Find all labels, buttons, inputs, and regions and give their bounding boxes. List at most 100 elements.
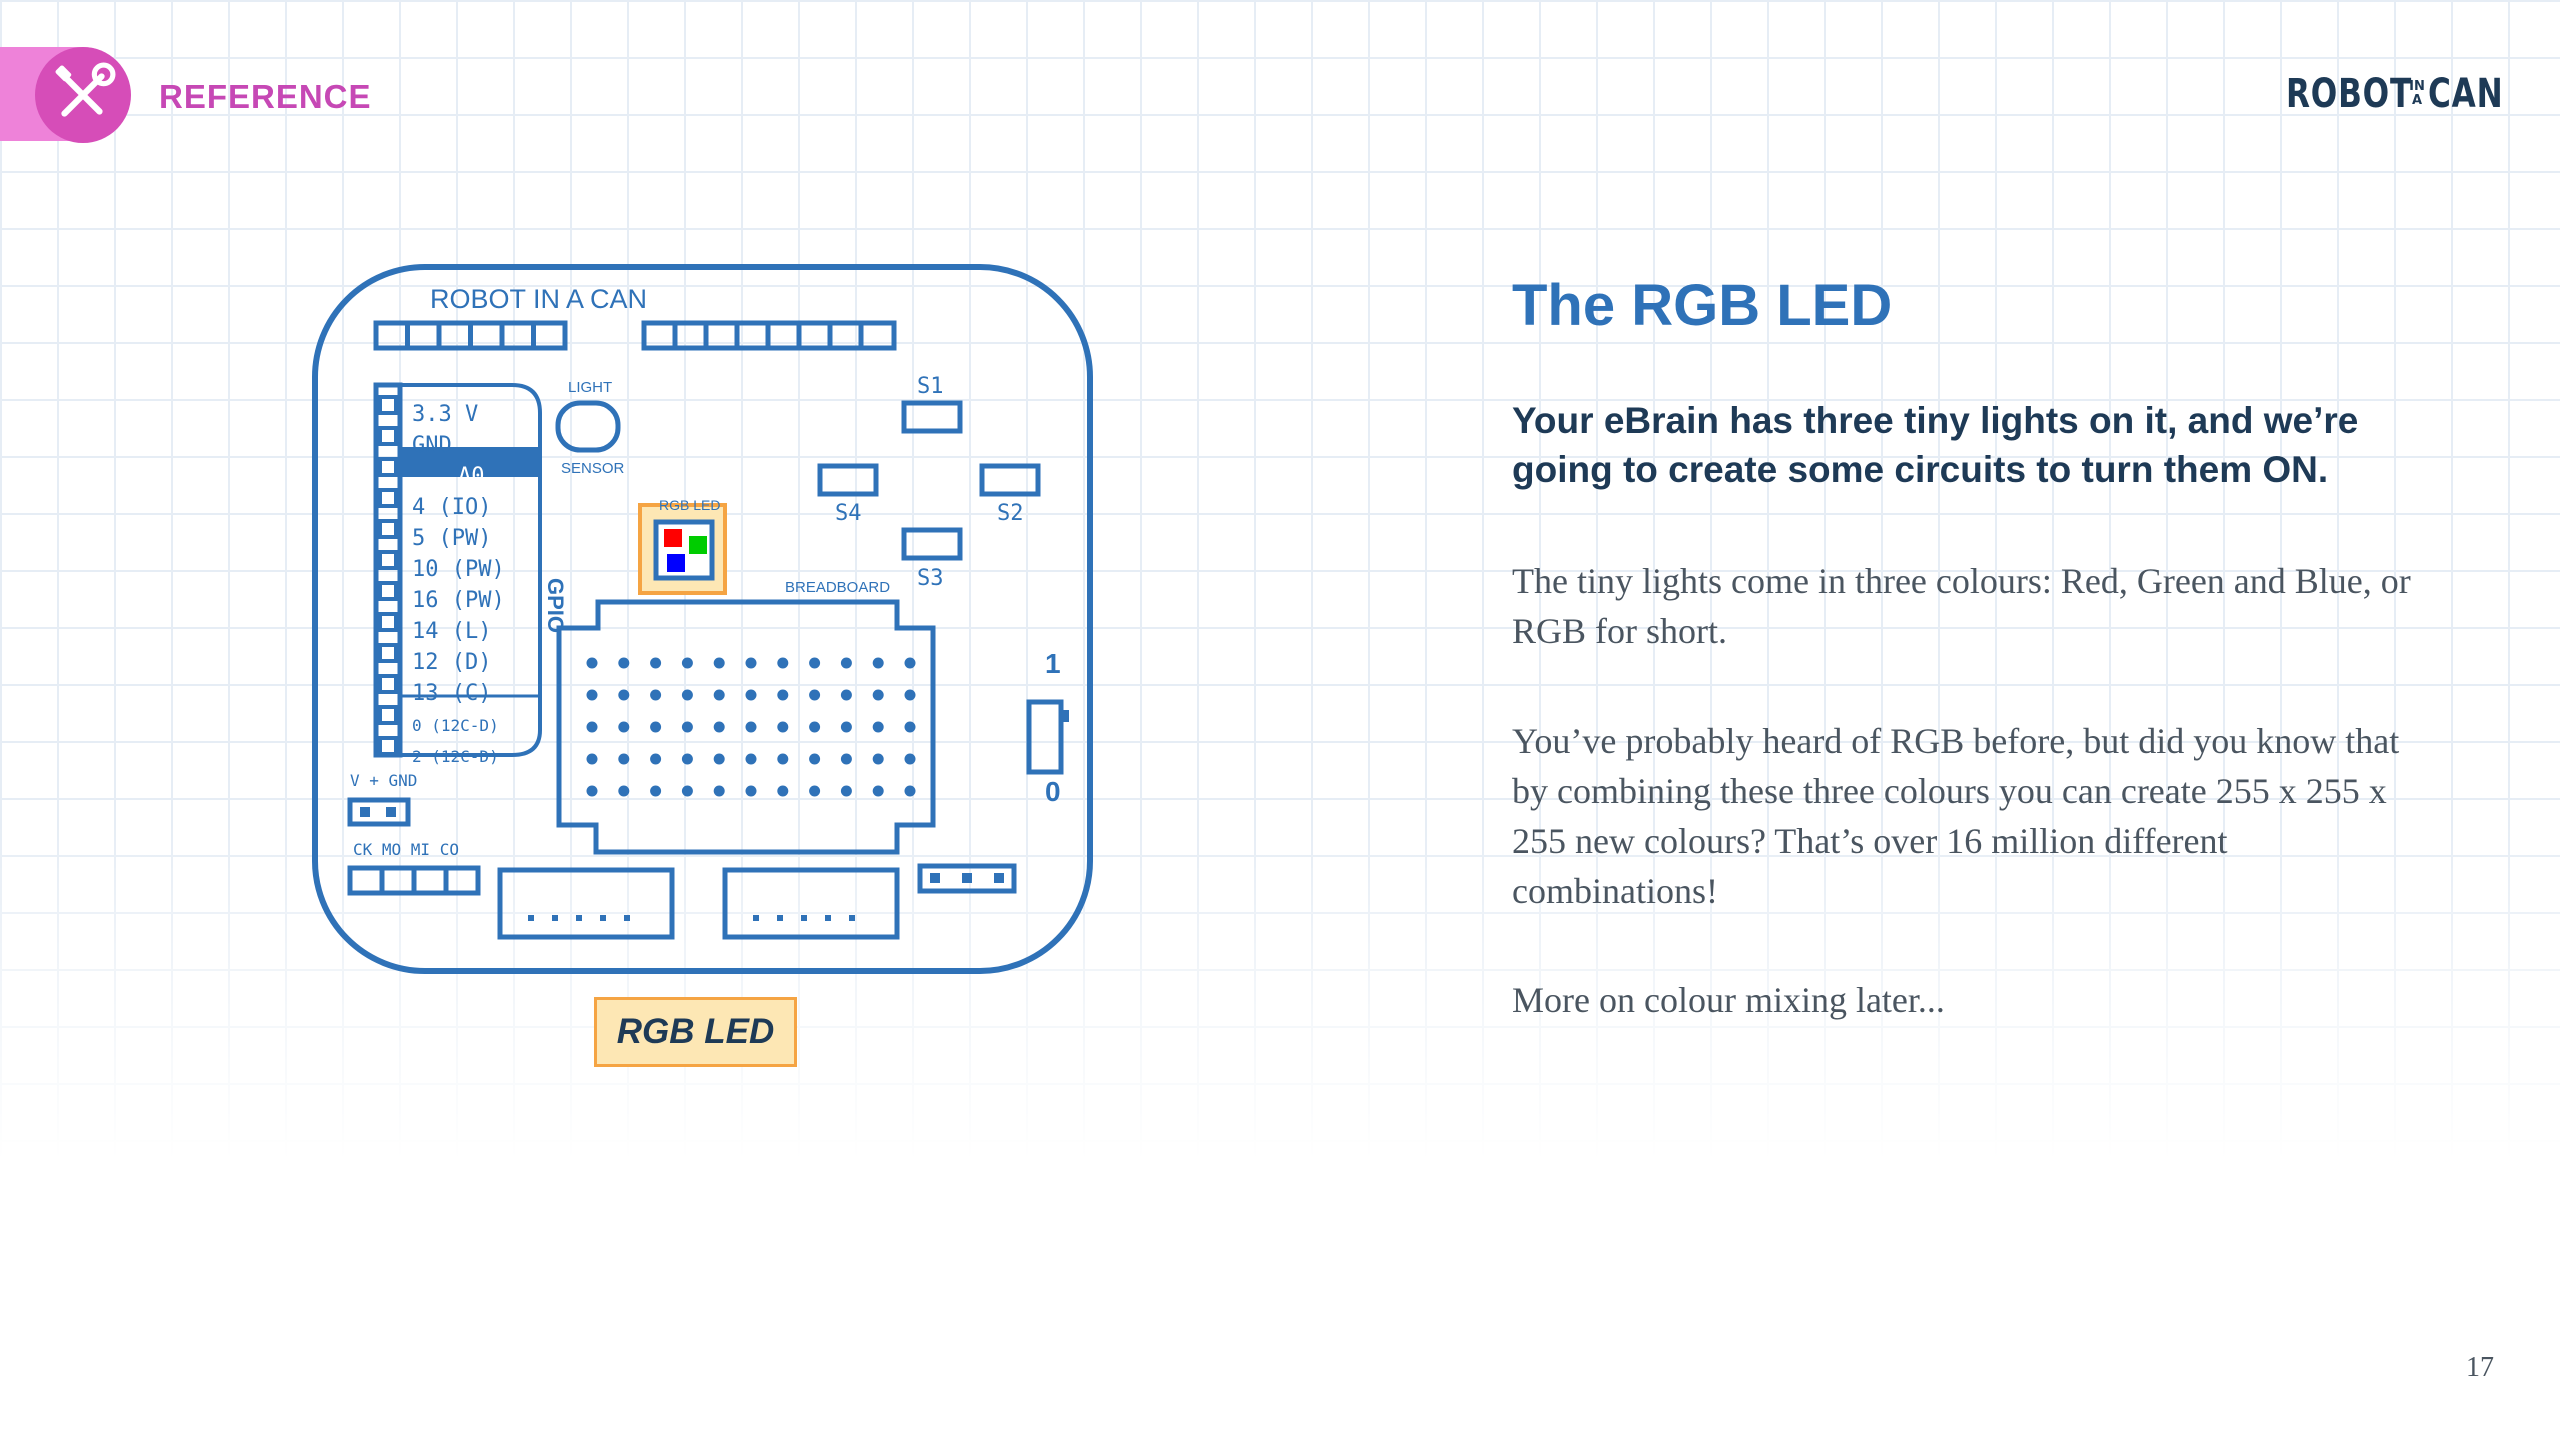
breadboard-hole [809,689,821,701]
breadboard-hole [872,753,884,765]
rgb-led-label: RGB LED [659,497,720,513]
page-title: The RGB LED [1512,273,1893,338]
breadboard-hole [809,785,821,797]
connector-pin [777,915,783,921]
breadboard-hole [586,689,598,701]
breadboard-hole [777,753,789,765]
toggle-on-label: 1 [1045,648,1061,679]
breadboard-hole [777,785,789,797]
breadboard-hole [586,657,598,669]
pin-socket [378,395,398,415]
pin-socket [378,612,398,632]
breadboard-hole [681,721,693,733]
board-title: ROBOT IN A CAN [430,284,647,314]
breadboard-hole [586,721,598,733]
switch-s2: S2 [997,501,1024,526]
pin-label: 3.3 V [412,402,478,427]
bottom-pins-label: CK MO MI CO [353,840,459,859]
pin-socket [378,550,398,570]
connector-right [722,867,900,940]
switch-s1: S1 [917,374,944,399]
light-sensor [555,400,621,453]
breadboard-hole [713,721,725,733]
connector-pin [624,915,630,921]
body-paragraph-2: You’ve probably heard of RGB before, but… [1512,721,2400,911]
pin-label: 10 (PW) [412,557,505,582]
gpio-label: GPIO [543,578,568,633]
breadboard-hole [904,753,916,765]
led-blue [667,554,685,572]
breadboard-hole [618,657,630,669]
pin-label: 12 (D) [412,650,491,675]
pin-label: 0 (12C-D) [412,716,499,735]
pin-label: GND [412,433,452,458]
connector-pin [528,915,534,921]
breadboard-hole [681,753,693,765]
body-paragraph-1: The tiny lights come in three colours: R… [1512,561,2411,651]
breadboard-hole [713,657,725,669]
breadboard-hole [618,721,630,733]
switch-s4: S4 [835,501,862,526]
brand-logo: ROBOT IN A CAN [2286,66,2508,122]
connector-pin [849,915,855,921]
pin-label: 14 (L) [412,619,491,644]
connector-pin [576,915,582,921]
breadboard-hole [904,689,916,701]
switches [817,400,1041,561]
breadboard-hole [777,657,789,669]
connector-left [497,867,675,940]
breadboard-hole [713,753,725,765]
breadboard-hole [745,689,757,701]
breadboard-hole [904,721,916,733]
breadboard-hole [650,657,662,669]
pin-label: 16 (PW) [412,588,505,613]
rgb-led-badge: RGB LED [594,997,797,1067]
breadboard-hole [586,785,598,797]
breadboard-label: BREADBOARD [785,579,890,596]
body-paragraph-3: More on colour mixing later... [1512,980,1945,1020]
breadboard-hole [809,753,821,765]
sensor-label: SENSOR [561,460,625,477]
breadboard-hole [777,689,789,701]
pin-label: 13 (C) [412,681,491,706]
breadboard-hole [809,721,821,733]
breadboard-hole [745,753,757,765]
breadboard-hole [777,721,789,733]
pin-label: A0 [458,464,485,489]
top-headers [373,320,897,351]
switch-s3: S3 [917,566,944,591]
breadboard-hole [681,657,693,669]
lead-paragraph: Your eBrain has three tiny lights on it,… [1512,400,2359,490]
breadboard-hole [840,753,852,765]
led-red [664,529,682,547]
breadboard-hole [872,721,884,733]
pin-socket [378,426,398,446]
section-label: REFERENCE [159,78,372,115]
connector-pin [753,915,759,921]
breadboard-hole [650,753,662,765]
led-green [689,536,707,554]
breadboard-hole [840,689,852,701]
toggle-off-label: 0 [1045,776,1061,807]
breadboard-hole [618,785,630,797]
connector-pin [825,915,831,921]
light-label: LIGHT [568,379,612,396]
logo-a: A [2411,93,2423,108]
pin-socket [378,705,398,725]
pin-socket [378,643,398,663]
connector-pin [801,915,807,921]
breadboard-hole [681,689,693,701]
pin-label: 4 (IO) [412,495,491,520]
breadboard-hole [586,753,598,765]
breadboard-hole [840,785,852,797]
pin-socket [378,519,398,539]
breadboard-hole [713,785,725,797]
logo-word-can: CAN [2428,71,2504,117]
breadboard-hole [650,785,662,797]
breadboard-holes [586,657,916,797]
pin-socket [378,457,398,477]
pin-label: 2 (12C-D) [412,747,499,766]
pin-socket [378,581,398,601]
ebrain-board-diagram: ROBOT IN A CAN 3.3 VGNDA04 (IO)5 (PW)10 … [312,264,1093,974]
pin-socket [378,736,398,756]
